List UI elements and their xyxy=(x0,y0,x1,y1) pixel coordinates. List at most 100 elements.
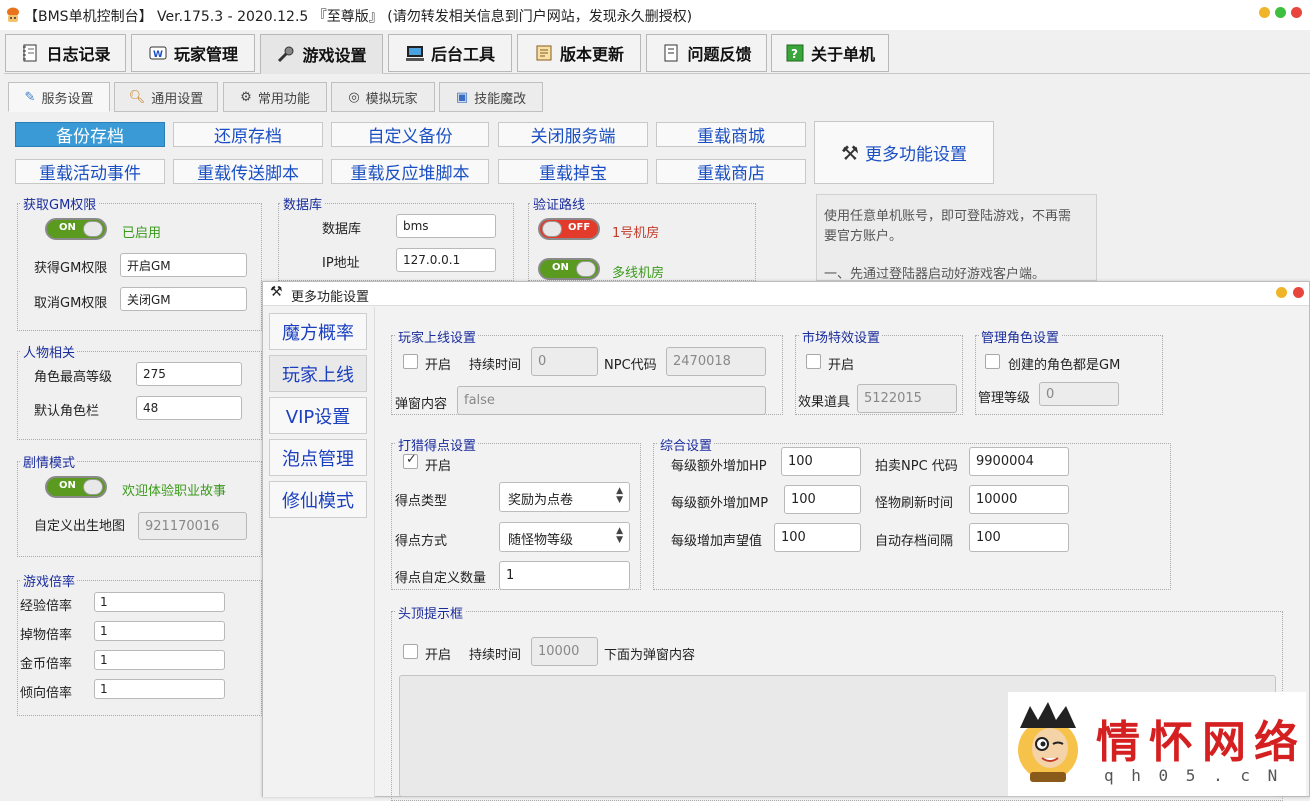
tab-label: 关于单机 xyxy=(810,45,875,64)
gm-get-input[interactable] xyxy=(120,253,247,277)
subtab-label: 模拟玩家 xyxy=(365,91,418,107)
sidebar-cube-rate[interactable]: 魔方概率 xyxy=(269,313,367,350)
player-card-icon: W xyxy=(149,46,167,60)
market-item-input[interactable] xyxy=(857,384,957,413)
auto-save-label: 自动存档间隔 xyxy=(875,534,954,549)
reload-portal-script-button[interactable]: 重载传送脚本 xyxy=(173,159,323,184)
gm-cancel-label: 取消GM权限 xyxy=(34,296,108,311)
gm-cancel-input[interactable] xyxy=(120,287,247,311)
pin-icon: ✎ xyxy=(24,89,36,105)
market-enable-checkbox[interactable] xyxy=(806,354,821,369)
head-duration-label: 持续时间 xyxy=(469,648,522,663)
tab-about[interactable]: ? 关于单机 xyxy=(771,34,889,72)
online-enable-checkbox[interactable] xyxy=(403,354,418,369)
trait-rate-input[interactable] xyxy=(94,679,225,699)
popup-close-button[interactable] xyxy=(1293,287,1304,298)
tab-label: 日志记录 xyxy=(46,45,111,64)
drop-rate-input[interactable] xyxy=(94,621,225,641)
slots-input[interactable] xyxy=(136,396,242,420)
tab-version-update[interactable]: 版本更新 xyxy=(517,34,641,72)
hunt-mode-select[interactable]: 随怪物等级 ▲ ▼ xyxy=(499,522,630,552)
rates-group-title: 游戏倍率 xyxy=(21,571,78,590)
popup-minimize-button[interactable] xyxy=(1276,287,1287,298)
head-enable-checkbox[interactable] xyxy=(403,644,418,659)
online-duration-input[interactable] xyxy=(531,347,598,376)
tab-backend-tools[interactable]: 后台工具 xyxy=(388,34,512,72)
hammer-icon: ⚒ xyxy=(270,284,283,300)
hammer-icon: ⚒ xyxy=(841,140,859,165)
max-level-input[interactable] xyxy=(136,362,242,386)
gm-toggle[interactable]: ON xyxy=(45,218,107,240)
head-tip-group-title: 头顶提示框 xyxy=(396,603,466,622)
online-content-input[interactable] xyxy=(457,386,766,415)
subtab-common-functions[interactable]: ⚙ 常用功能 xyxy=(223,82,327,112)
meso-rate-input[interactable] xyxy=(94,650,225,670)
toggle-text: ON xyxy=(59,222,76,233)
db-ip-input[interactable] xyxy=(396,248,496,272)
close-button[interactable] xyxy=(1291,7,1302,18)
monster-refresh-input[interactable] xyxy=(969,485,1069,514)
maximize-button[interactable] xyxy=(1275,7,1286,18)
story-toggle[interactable]: ON xyxy=(45,476,107,498)
db-name-label: 数据库 xyxy=(322,222,362,237)
watermark-url: q h 0 5 . c N xyxy=(1104,766,1282,785)
hunt-type-select[interactable]: 奖励为点卷 ▲ ▼ xyxy=(499,482,630,512)
trait-rate-label: 倾向倍率 xyxy=(20,686,73,701)
subtab-label: 常用功能 xyxy=(257,91,310,107)
sidebar-cultivation-mode[interactable]: 修仙模式 xyxy=(269,481,367,518)
auto-save-input[interactable] xyxy=(969,523,1069,552)
toggle-text: ON xyxy=(552,262,569,273)
auction-npc-input[interactable] xyxy=(969,447,1069,476)
app-icon xyxy=(7,7,19,22)
sidebar-player-online[interactable]: 玩家上线 xyxy=(269,355,367,392)
window-title: 【BMS单机控制台】 Ver.175.3 - 2020.12.5 『至尊版』 (… xyxy=(24,9,693,25)
admin-enable-label: 创建的角色都是GM xyxy=(1008,358,1121,373)
subtab-skill-modify[interactable]: ▣ 技能魔改 xyxy=(439,82,543,112)
tab-feedback[interactable]: 问题反馈 xyxy=(646,34,767,72)
watermark-char: 网 xyxy=(1202,717,1246,768)
minimize-button[interactable] xyxy=(1259,7,1270,18)
route2-toggle[interactable]: ON xyxy=(538,258,600,280)
admin-level-input[interactable] xyxy=(1039,382,1119,406)
custom-backup-button[interactable]: 自定义备份 xyxy=(331,122,489,147)
tab-player-manage[interactable]: W 玩家管理 xyxy=(131,34,255,72)
notice-line: 要官方账户。 xyxy=(824,229,903,244)
notice-panel: 使用任意单机账号，即可登陆游戏，不再需 要官方账户。 一、先通过登陆器启动好游戏… xyxy=(816,194,1097,282)
hp-input[interactable] xyxy=(781,447,861,476)
tab-game-settings[interactable]: 游戏设置 xyxy=(260,34,383,74)
fame-input[interactable] xyxy=(774,523,861,552)
subtab-simulate-player[interactable]: ◎ 模拟玩家 xyxy=(331,82,435,112)
tab-log[interactable]: 日志记录 xyxy=(5,34,126,72)
reload-reactor-script-button[interactable]: 重载反应堆脚本 xyxy=(331,159,489,184)
hunt-custom-input[interactable] xyxy=(499,561,630,590)
online-content-label: 弹窗内容 xyxy=(395,397,448,412)
online-npc-input[interactable] xyxy=(666,347,766,376)
sidebar-vip-settings[interactable]: VIP设置 xyxy=(269,397,367,434)
toggle-text: ON xyxy=(59,480,76,491)
reload-mall-button[interactable]: 重载商城 xyxy=(656,122,806,147)
popup-title-bar: ⚒ 更多功能设置 xyxy=(263,282,1309,306)
mp-input[interactable] xyxy=(784,485,861,514)
toggle-knob xyxy=(83,479,103,495)
route1-toggle[interactable]: OFF xyxy=(538,218,600,240)
restore-save-button[interactable]: 还原存档 xyxy=(173,122,323,147)
subtab-service-settings[interactable]: ✎ 服务设置 xyxy=(8,82,110,112)
hunt-enable-checkbox[interactable]: ✓ xyxy=(403,452,418,469)
backup-save-button[interactable]: 备份存档 xyxy=(15,122,165,147)
sidebar-afk-points[interactable]: 泡点管理 xyxy=(269,439,367,476)
reload-shop-button[interactable]: 重载商店 xyxy=(656,159,806,184)
head-duration-input[interactable] xyxy=(531,637,598,666)
cartoon-face-icon xyxy=(1018,702,1078,782)
feedback-icon xyxy=(664,44,678,62)
close-server-button[interactable]: 关闭服务端 xyxy=(498,122,648,147)
reload-drops-button[interactable]: 重载掉宝 xyxy=(498,159,648,184)
reload-events-button[interactable]: 重载活动事件 xyxy=(15,159,165,184)
exp-rate-input[interactable] xyxy=(94,592,225,612)
story-group-title: 剧情模式 xyxy=(21,452,78,471)
db-name-input[interactable] xyxy=(396,214,496,238)
subtab-general-settings[interactable]: 🔍︎ 通用设置 xyxy=(114,82,218,112)
birth-map-input[interactable] xyxy=(138,512,247,540)
db-ip-label: IP地址 xyxy=(322,256,360,271)
admin-enable-checkbox[interactable] xyxy=(985,354,1000,369)
more-settings-button[interactable]: ⚒ 更多功能设置 xyxy=(814,121,994,184)
